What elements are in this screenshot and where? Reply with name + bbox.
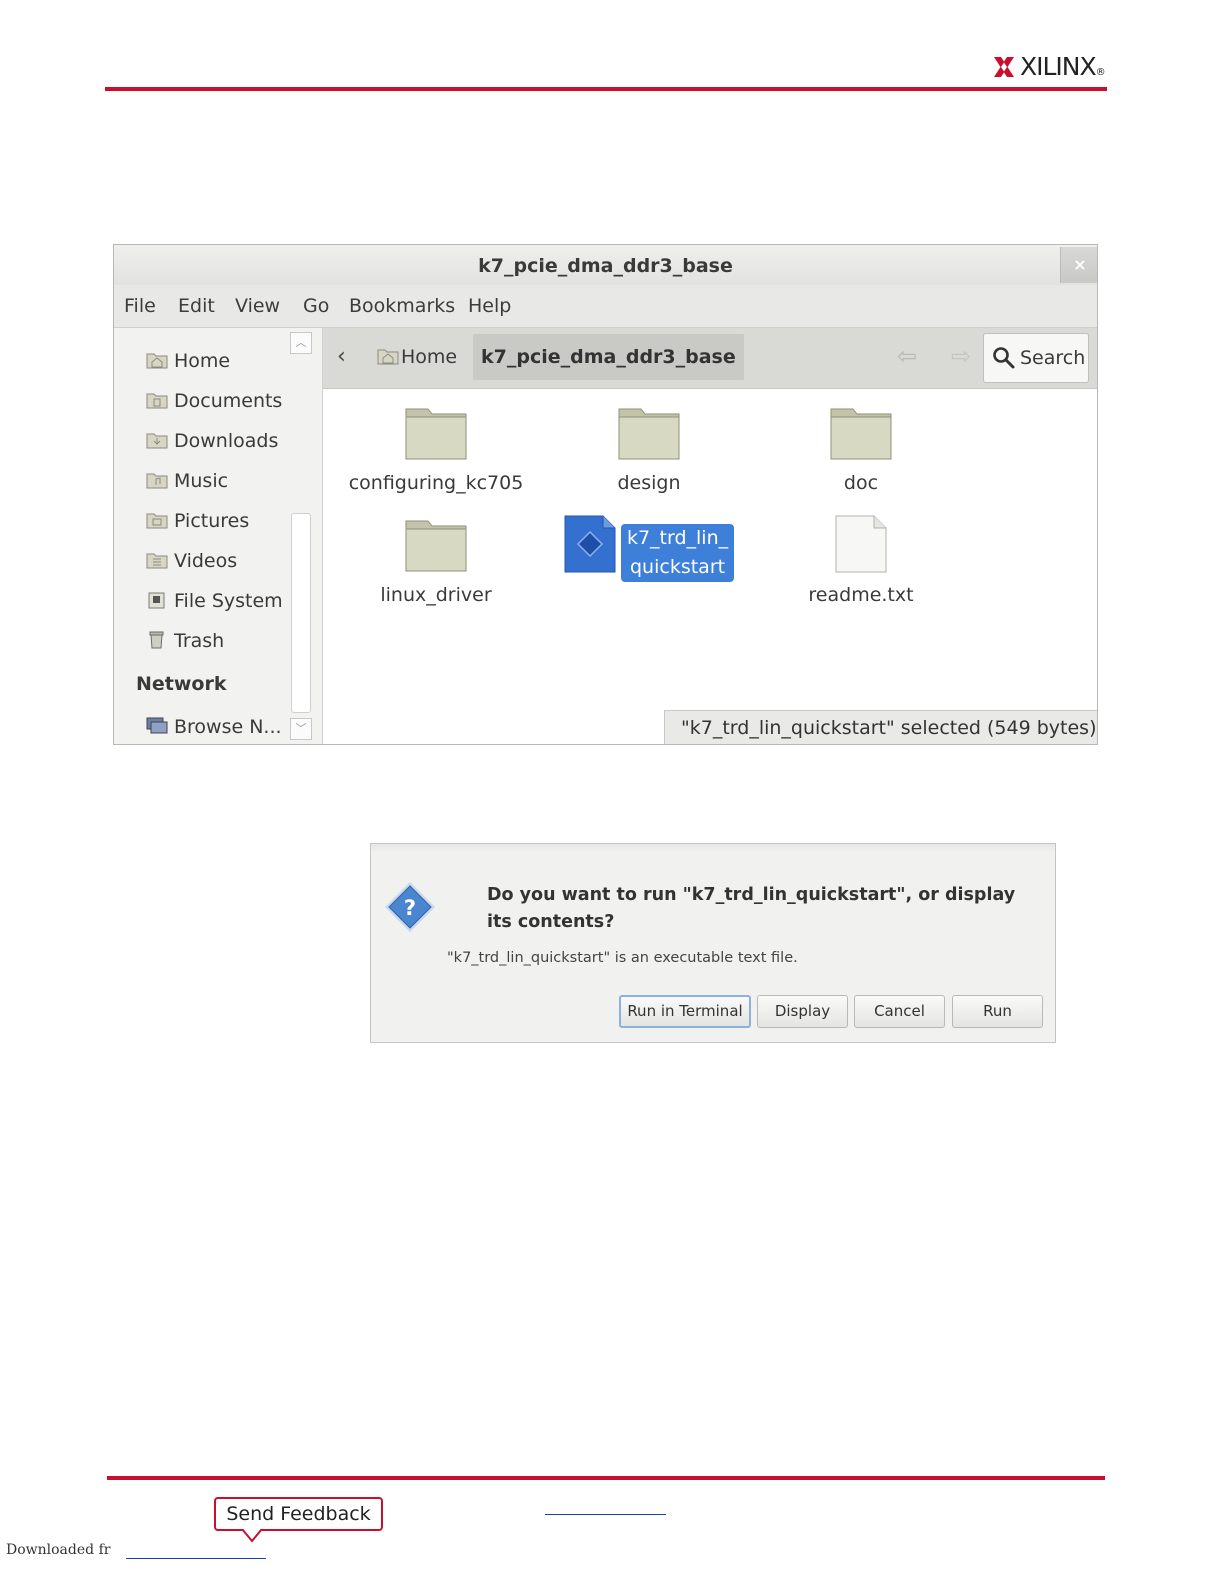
sidebar-scrollbar[interactable]: ︿ ﹀ [290,330,312,740]
sidebar-item-music[interactable]: Music [146,470,228,500]
file-item-k7-trd-lin-quickstart[interactable]: k7_trd_lin_ quickstart [549,515,749,582]
display-button[interactable]: Display [757,995,848,1028]
footer-link[interactable] [545,1514,666,1515]
cancel-button[interactable]: Cancel [854,995,945,1028]
search-button[interactable]: Search [983,333,1089,383]
xilinx-logo-mark-icon [994,57,1014,77]
history-forward-icon[interactable]: ⇨ [951,342,971,370]
sidebar-heading-network: Network [136,673,227,695]
file-manager-window: k7_pcie_dma_ddr3_base × File Edit View G… [113,244,1098,745]
text-file-icon [835,515,887,573]
folder-icon [618,408,680,460]
window-title: k7_pcie_dma_ddr3_base [478,255,733,277]
places-sidebar: Home Documents Downloads Music Pictures … [114,328,323,744]
trash-icon [146,631,168,649]
drive-icon [146,591,168,609]
sidebar-item-documents[interactable]: Documents [146,390,282,420]
videos-folder-icon [146,551,168,569]
folder-icon [830,408,892,460]
back-icon[interactable]: ‹ [337,344,346,369]
menu-bookmarks[interactable]: Bookmarks [349,295,455,317]
path-toolbar: ‹ Home k7_pcie_dma_ddr3_base ⇦ ⇨ Search [323,328,1097,389]
status-bar: "k7_trd_lin_quickstart" selected (549 by… [664,710,1097,744]
menu-bar: File Edit View Go Bookmarks Help [114,285,1097,328]
downloads-folder-icon [146,431,168,449]
close-icon[interactable]: × [1060,247,1097,283]
history-back-icon[interactable]: ⇦ [897,342,917,370]
file-item-doc[interactable]: doc [761,403,961,498]
folder-icon [405,520,467,572]
run-in-terminal-button[interactable]: Run in Terminal [619,995,751,1028]
header-rule [105,87,1107,91]
feedback-bubble-tail-icon [241,1529,263,1543]
pictures-folder-icon [146,511,168,529]
footer-rule [107,1476,1105,1480]
home-folder-icon [146,351,168,369]
xilinx-wordmark: XILINX® [1020,52,1106,81]
run-button[interactable]: Run [952,995,1043,1028]
breadcrumb-current[interactable]: k7_pcie_dma_ddr3_base [473,334,744,380]
sidebar-item-file-system[interactable]: File System [146,590,283,620]
run-or-display-dialog: ? Do you want to run "k7_trd_lin_quickst… [370,843,1056,1043]
scroll-down-icon[interactable]: ﹀ [290,718,312,740]
window-titlebar[interactable]: k7_pcie_dma_ddr3_base × [114,245,1097,285]
file-grid: configuring_kc705 design doc linux_drive… [323,389,1097,744]
file-item-design[interactable]: design [549,403,749,498]
menu-go[interactable]: Go [303,295,329,317]
download-source-link[interactable] [126,1558,266,1559]
svg-text:?: ? [404,896,416,920]
sidebar-item-home[interactable]: Home [146,350,230,380]
breadcrumb-home[interactable]: Home [367,334,467,380]
sidebar-item-downloads[interactable]: Downloads [146,430,278,460]
question-icon: ? [385,882,435,932]
folder-icon [405,408,467,460]
file-item-configuring-kc705[interactable]: configuring_kc705 [336,403,536,498]
dialog-detail: "k7_trd_lin_quickstart" is an executable… [447,950,798,966]
sidebar-item-pictures[interactable]: Pictures [146,510,249,540]
network-computer-icon [146,717,168,735]
file-item-readme-txt[interactable]: readme.txt [761,515,961,610]
send-feedback-button[interactable]: Send Feedback [214,1497,383,1531]
dialog-titlebar [371,844,1055,852]
scroll-up-icon[interactable]: ︿ [290,332,312,354]
menu-file[interactable]: File [124,295,156,317]
sidebar-item-browse-network[interactable]: Browse N... [146,716,282,744]
documents-folder-icon [146,391,168,409]
scrollbar-thumb[interactable] [291,513,311,713]
selected-file-label: k7_trd_lin_ quickstart [620,524,735,582]
sidebar-item-trash[interactable]: Trash [146,630,224,660]
dialog-question: Do you want to run "k7_trd_lin_quickstar… [487,885,1016,932]
executable-script-icon [564,515,616,573]
music-folder-icon [146,471,168,489]
downloaded-from-text: Downloaded fr [6,1542,111,1558]
search-icon [993,347,1015,369]
xilinx-logo: XILINX® [992,52,1108,82]
menu-view[interactable]: View [235,295,280,317]
file-item-linux-driver[interactable]: linux_driver [336,515,536,610]
home-folder-icon [377,349,399,365]
menu-help[interactable]: Help [468,295,511,317]
menu-edit[interactable]: Edit [178,295,215,317]
sidebar-item-videos[interactable]: Videos [146,550,237,580]
